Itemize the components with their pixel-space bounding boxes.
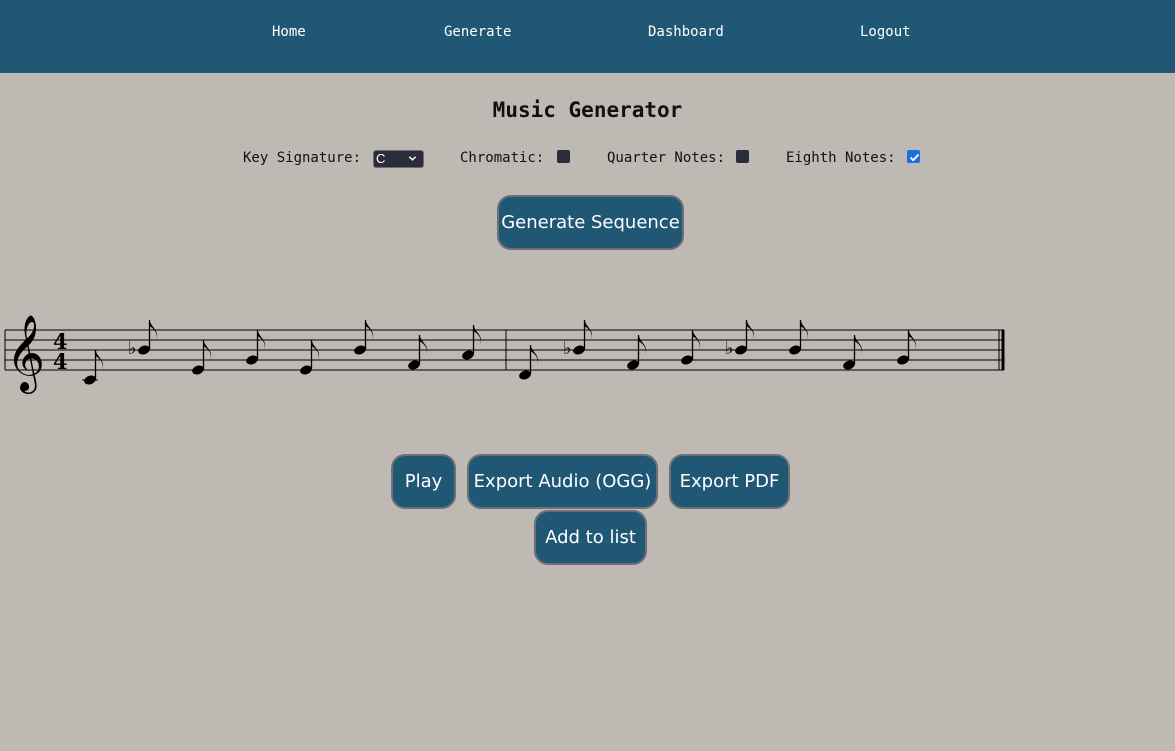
page-title: Music Generator	[492, 98, 683, 122]
quarter-notes-checkbox[interactable]	[736, 150, 749, 163]
flat-icon: ♭	[128, 338, 137, 359]
nav-logout-link[interactable]: Logout	[860, 24, 911, 40]
note	[300, 340, 320, 375]
nav-dashboard-link[interactable]: Dashboard	[648, 24, 724, 40]
export-audio-button[interactable]: Export Audio (OGG)	[467, 454, 658, 509]
top-nav: Home Generate Dashboard Logout	[0, 0, 1175, 73]
note-flag	[854, 335, 863, 355]
generate-sequence-button[interactable]: Generate Sequence	[497, 195, 684, 250]
chromatic-label: Chromatic:	[460, 150, 545, 166]
note-flag	[473, 325, 482, 345]
note	[897, 330, 917, 365]
chevron-down-icon	[408, 156, 417, 161]
key-signature-label: Key Signature:	[243, 150, 362, 166]
eighth-notes-checkbox[interactable]	[907, 150, 920, 163]
note	[354, 320, 374, 355]
time-signature-bottom: 4	[53, 349, 68, 374]
add-to-list-button[interactable]: Add to list	[534, 510, 647, 565]
play-button[interactable]: Play	[391, 454, 456, 509]
svg-text:𝄞: 𝄞	[6, 314, 45, 394]
key-signature-value: C	[376, 151, 386, 166]
note	[246, 330, 266, 365]
export-pdf-button[interactable]: Export PDF	[669, 454, 790, 509]
nav-home-link[interactable]: Home	[272, 24, 306, 40]
note-flag	[638, 335, 647, 355]
treble-clef-icon: 𝄞	[6, 314, 45, 394]
eighth-notes-label: Eighth Notes:	[786, 150, 896, 166]
chromatic-checkbox[interactable]	[557, 150, 570, 163]
note	[681, 330, 701, 365]
key-signature-select[interactable]: C	[373, 150, 424, 168]
note	[82, 350, 104, 385]
flat-icon: ♭	[725, 338, 734, 359]
note	[789, 320, 809, 355]
note-flag	[419, 335, 428, 355]
music-staff: 𝄞 4 4 ♭ ♭ ♭	[4, 314, 1005, 394]
note	[192, 340, 212, 375]
nav-generate-link[interactable]: Generate	[444, 24, 511, 40]
checkmark-icon	[909, 153, 920, 162]
time-signature: 4 4	[53, 329, 68, 374]
quarter-notes-label: Quarter Notes:	[607, 150, 726, 166]
flat-icon: ♭	[563, 338, 572, 359]
note-flag	[530, 345, 539, 365]
